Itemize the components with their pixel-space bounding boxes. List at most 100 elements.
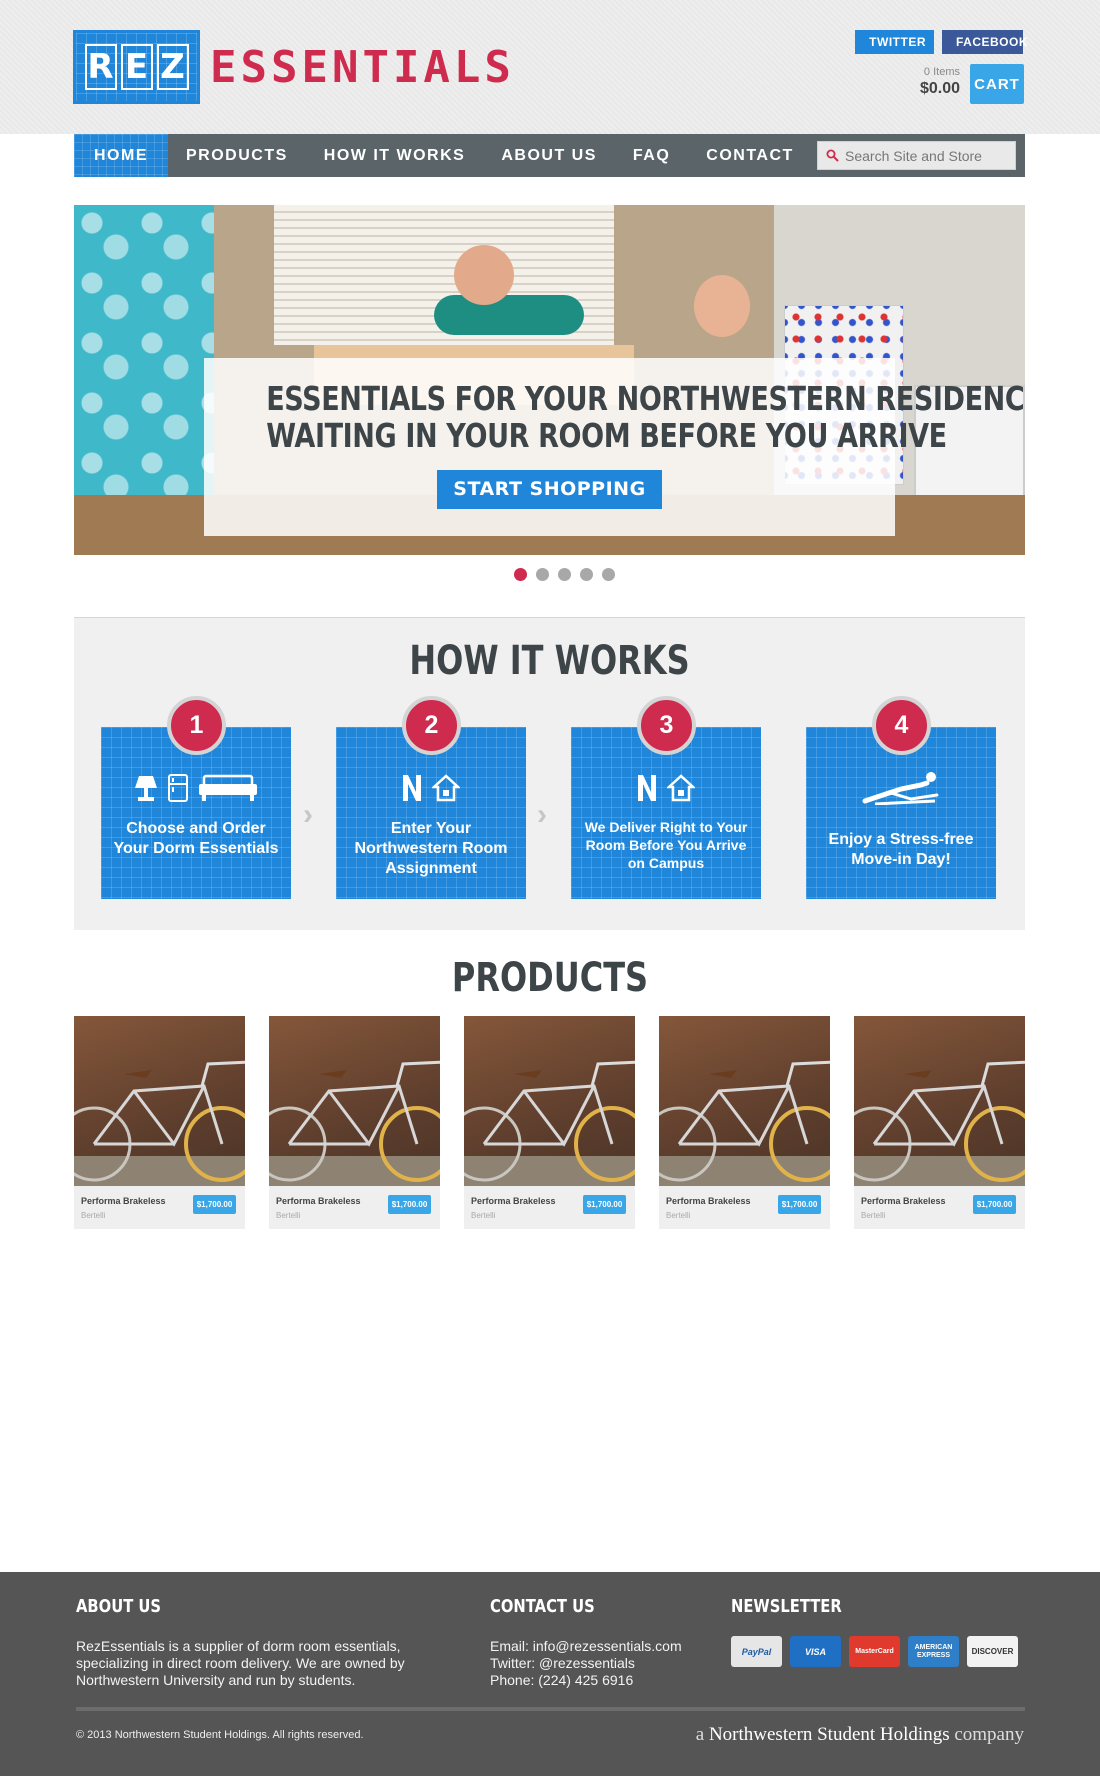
product-price[interactable]: $1,700.00 [583,1195,626,1214]
hero-photo-person [694,275,750,337]
product-card[interactable]: Performa Brakeless Bertelli $1,700.00 [74,1016,245,1229]
product-brand: Bertelli [666,1211,691,1220]
product-card[interactable]: Performa Brakeless Bertelli $1,700.00 [659,1016,830,1229]
northwestern-n-icon [403,775,421,801]
couch-icon [199,774,257,801]
product-card[interactable]: Performa Brakeless Bertelli $1,700.00 [269,1016,440,1229]
slider-dot[interactable] [579,568,593,581]
product-brand: Bertelli [471,1211,496,1220]
step-card: 2 Enter Your Northwestern Room Assignmen… [336,696,526,899]
product-price[interactable]: $1,700.00 [778,1195,821,1214]
hero-title-line: WAITING IN YOUR ROOM BEFORE YOU ARRIVE [266,416,947,455]
product-price[interactable]: $1,700.00 [388,1195,431,1214]
section-title: HOW IT WORKS [409,638,690,684]
bicycle-photo [269,1060,440,1186]
contact-email[interactable]: Email: info@rezessentials.com [490,1638,682,1655]
mastercard-icon: MasterCard [849,1636,900,1667]
nav-item-faq[interactable]: FAQ [615,134,688,177]
product-name[interactable]: Performa Brakeless [666,1196,751,1206]
product-brand: Bertelli [861,1211,886,1220]
footer: ABOUT US RezEssentials is a supplier of … [0,1572,1100,1776]
footer-newsletter-title: NEWSLETTER [731,1596,842,1617]
product-name[interactable]: Performa Brakeless [276,1196,361,1206]
slider-dot[interactable] [513,568,527,581]
logo-letter: E [120,44,153,90]
product-price[interactable]: $1,700.00 [973,1195,1016,1214]
product-card[interactable]: Performa Brakeless Bertelli $1,700.00 [464,1016,635,1229]
nav-item-contact[interactable]: CONTACT [688,134,812,177]
amex-icon: AMERICAN EXPRESS [908,1636,959,1667]
step-card: 1 Choose and Order Your Dorm Essentials [101,696,291,899]
northwestern-n-icon [638,775,656,801]
nav-item-products[interactable]: PRODUCTS [168,134,306,177]
main-navigation: HOME PRODUCTS HOW IT WORKS ABOUT US FAQ … [74,134,1025,177]
cart-total: $0.00 [919,80,960,97]
search-box[interactable] [817,141,1016,170]
slider-dot[interactable] [557,568,571,581]
hero-title-line: ESSENTIALS FOR YOUR NORTHWESTERN RESIDEN… [266,379,1025,418]
step-number: 4 [872,696,931,755]
slider-dot[interactable] [601,568,615,581]
nav-item-about-us[interactable]: ABOUT US [483,134,615,177]
contact-phone: Phone: (224) 425 6916 [490,1672,634,1688]
step-icons [336,771,526,805]
product-price[interactable]: $1,700.00 [193,1195,236,1214]
step-number: 3 [637,696,696,755]
product-image[interactable] [464,1016,635,1186]
twitter-button[interactable]: TWITTER [855,30,934,54]
bicycle-photo [854,1060,1025,1186]
how-it-works-section: HOW IT WORKS 1 Choose and Order Your Dor… [74,617,1025,930]
product-name[interactable]: Performa Brakeless [861,1196,946,1206]
search-input[interactable] [845,147,1015,164]
house-icon [432,774,460,802]
chevron-right-icon: › [537,798,547,831]
product-name[interactable]: Performa Brakeless [81,1196,166,1206]
company-prefix: a [695,1724,705,1745]
copyright: © 2013 Northwestern Student Holdings. Al… [76,1729,364,1741]
product-image[interactable] [659,1016,830,1186]
footer-contact-title: CONTACT US [490,1596,595,1617]
hero-slider[interactable]: ESSENTIALS FOR YOUR NORTHWESTERN RESIDEN… [74,205,1025,555]
twitter-label: TWITTER [869,35,926,49]
step-number: 1 [167,696,226,755]
product-brand: Bertelli [276,1211,301,1220]
contact-twitter[interactable]: Twitter: @rezessentials [490,1655,682,1672]
start-shopping-button[interactable]: START SHOPPING [437,470,662,509]
chevron-right-icon: › [303,798,313,831]
step-number: 2 [402,696,461,755]
logo-letter: Z [156,44,189,90]
facebook-button[interactable]: FACEBOOK [942,30,1028,54]
paypal-icon: PayPal [731,1636,782,1667]
footer-divider [76,1707,1025,1711]
nav-item-how-it-works[interactable]: HOW IT WORKS [306,134,484,177]
facebook-label: FACEBOOK [956,35,1029,49]
company-name: Northwestern Student Holdings [708,1724,950,1745]
nav-item-home[interactable]: HOME [74,134,168,177]
product-image[interactable] [269,1016,440,1186]
product-brand: Bertelli [81,1211,106,1220]
company-suffix: company [954,1724,1024,1745]
footer-contact-info: Email: info@rezessentials.com Twitter: @… [490,1638,682,1689]
bicycle-photo [74,1060,245,1186]
hero-photo-person [434,295,584,335]
product-image[interactable] [854,1016,1025,1186]
house-icon [667,774,695,802]
step-text: Choose and Order Your Dorm Essentials [113,820,279,857]
product-card[interactable]: Performa Brakeless Bertelli $1,700.00 [854,1016,1025,1229]
parent-company[interactable]: a Northwestern Student Holdings company [696,1724,1024,1746]
product-name[interactable]: Performa Brakeless [471,1196,556,1206]
step-text: We Deliver Right to Your Room Before You… [584,819,748,871]
cart-button[interactable]: CART [970,64,1024,104]
product-image[interactable] [74,1016,245,1186]
footer-about-text: RezEssentials is a supplier of dorm room… [76,1638,405,1688]
slider-dot[interactable] [535,568,549,581]
lamp-icon [135,776,157,801]
cart-summary[interactable]: 0 Items $0.00 [900,66,960,98]
site-logo[interactable]: R E Z ESSENTIALS [73,30,515,104]
step-text: Enjoy a Stress-free Move-in Day! [828,831,974,868]
slider-pagination [0,568,1100,581]
hero-photo-person [454,245,514,305]
products-title: PRODUCTS [451,955,649,1001]
hero-title: ESSENTIALS FOR YOUR NORTHWESTERN RESIDEN… [266,379,1025,455]
step-icons [571,771,761,805]
